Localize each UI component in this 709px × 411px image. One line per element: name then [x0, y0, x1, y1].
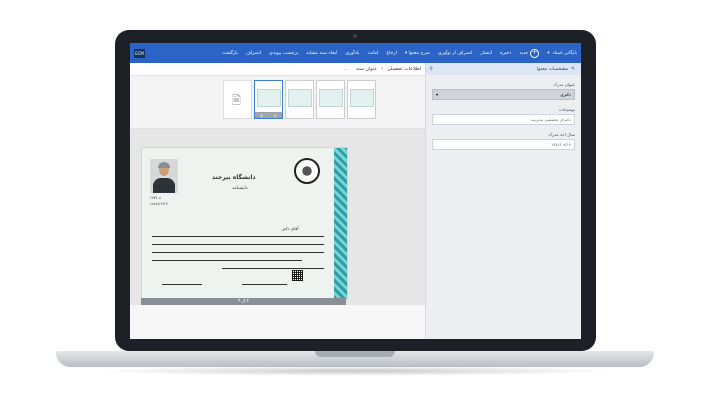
doc-title-select[interactable]: دکتری ▾ — [432, 89, 575, 100]
laptop-shadow — [90, 366, 620, 376]
certificate-subtitle: دانشنامه — [232, 186, 248, 191]
chevron-down-icon: ▾ — [547, 50, 550, 56]
new-button[interactable]: + جدید — [515, 48, 543, 58]
reminder-button[interactable]: یادآوری — [341, 51, 363, 56]
description-label: توضیحات — [558, 107, 575, 112]
thumbnail-preview — [350, 89, 374, 107]
panel-title: مشخصات محتوا — [536, 66, 568, 72]
save-button[interactable]: ذخیره — [496, 51, 515, 56]
text-line — [152, 252, 324, 253]
serial-number: ۶۶۷۳۰۸ — [150, 196, 161, 200]
link-tag-button[interactable]: برچسب پیوندی — [265, 51, 302, 56]
doc-title-value: دکتری — [560, 92, 571, 97]
description-value: دکترای تخصصی مدیریت — [530, 117, 571, 122]
holder-name-line: آقای دکتر — [282, 226, 299, 231]
search-icon[interactable]: ⚲ — [426, 67, 436, 72]
document-image[interactable]: ۶۶۷۳۰۸ ۲۲۸۸۶/۱۹۱۹ دانشگاه بیرجند دانشنام… — [141, 147, 348, 300]
thumbnail-preview — [288, 89, 312, 107]
thumbnail-1[interactable] — [347, 80, 376, 119]
year-value: ۱۳۸۲/۰۸/۱۷ — [551, 142, 571, 147]
text-line — [152, 244, 324, 245]
text-line — [222, 268, 324, 269]
edit-icon[interactable]: ✎ — [568, 67, 578, 72]
breadcrumb-current[interactable]: اطلاعات تحصیلی — [387, 67, 421, 72]
panel-header: ✎ مشخصات محتوا ⚲ — [426, 63, 581, 75]
laptop-lid: بایگانی اسناد ▾ + جدید ذخیره انتشار انصر… — [115, 30, 596, 351]
add-file-thumbnail[interactable]: 🗎 — [223, 80, 252, 119]
replace-icon[interactable]: ↻ — [260, 113, 263, 118]
chevron-left-icon: › — [381, 66, 383, 72]
text-line — [152, 236, 324, 237]
signature-line — [242, 284, 287, 285]
publish-button[interactable]: انتشار — [476, 51, 496, 56]
viewer-footer — [130, 305, 425, 339]
signature-line — [162, 284, 202, 285]
thumbnail-tools: ✕ ↻ — [255, 112, 282, 118]
screen: بایگانی اسناد ▾ + جدید ذخیره انتشار انصر… — [130, 43, 581, 339]
delete-icon[interactable]: ✕ — [274, 113, 277, 118]
description-field[interactable]: دکترای تخصصی مدیریت — [432, 114, 575, 125]
page-indicator: ۴ از ۴ — [141, 298, 346, 305]
app-logo: ECM — [134, 48, 145, 58]
portrait-photo — [150, 159, 178, 193]
loan-button[interactable]: امانت — [363, 51, 382, 56]
camera — [353, 34, 357, 38]
back-button[interactable]: بازگشت — [218, 51, 242, 56]
doc-title-label: عنوان مدرک — [553, 82, 575, 87]
more-icon[interactable]: ... — [343, 67, 348, 72]
thumbnail-preview — [319, 89, 343, 107]
thumbnail-preview — [257, 89, 281, 107]
properties-panel: ✎ مشخصات محتوا ⚲ عنوان مدرک دکتری ▾ توضی… — [425, 63, 581, 339]
id-number: ۲۲۸۸۶/۱۹۱۹ — [150, 202, 168, 206]
chevron-down-icon: ▾ — [436, 92, 439, 97]
university-name: دانشگاه بیرجند — [212, 174, 256, 181]
qr-code — [292, 270, 303, 281]
thumbnail-2[interactable] — [316, 80, 345, 119]
thumbnail-4[interactable]: ✕ ↻ — [254, 80, 283, 119]
photo-suit — [153, 178, 175, 193]
document-viewer: ۶۶۷۳۰۸ ۲۲۸۸۶/۱۹۱۹ دانشگاه بیرجند دانشنام… — [130, 129, 425, 339]
user-menu[interactable]: بایگانی اسناد ▾ — [543, 51, 581, 56]
content-description-menu[interactable]: شرح محتوا — [401, 51, 434, 56]
university-emblem — [294, 158, 320, 184]
create-similar-button[interactable]: ایجاد سند مشابه — [302, 51, 341, 56]
refer-button[interactable]: ارجاع — [382, 51, 400, 56]
laptop-notch — [315, 351, 395, 357]
breadcrumb-root[interactable]: عنوان سند — [356, 67, 377, 72]
new-button-label: جدید — [519, 50, 529, 56]
year-field[interactable]: ۱۳۸۲/۰۸/۱۷ — [432, 139, 575, 150]
plus-icon: + — [530, 48, 540, 58]
thumbnail-3[interactable] — [285, 80, 314, 119]
breadcrumb: اطلاعات تحصیلی › عنوان سند ... — [130, 63, 425, 76]
top-toolbar: بایگانی اسناد ▾ + جدید ذخیره انتشار انصر… — [130, 43, 581, 63]
year-label: سال اخذ مدرک — [548, 132, 575, 137]
text-line — [152, 260, 302, 261]
user-label: بایگانی اسناد — [552, 50, 577, 56]
cancel-innovation-button[interactable]: انصراف از نوآوری — [434, 51, 477, 56]
decorative-border — [334, 148, 347, 299]
photo-hair — [158, 162, 170, 168]
add-file-icon: 🗎 — [232, 94, 241, 107]
cancel-button[interactable]: انصراف — [242, 51, 265, 56]
thumbnail-strip: ✕ ↻ 🗎 — [130, 76, 425, 129]
